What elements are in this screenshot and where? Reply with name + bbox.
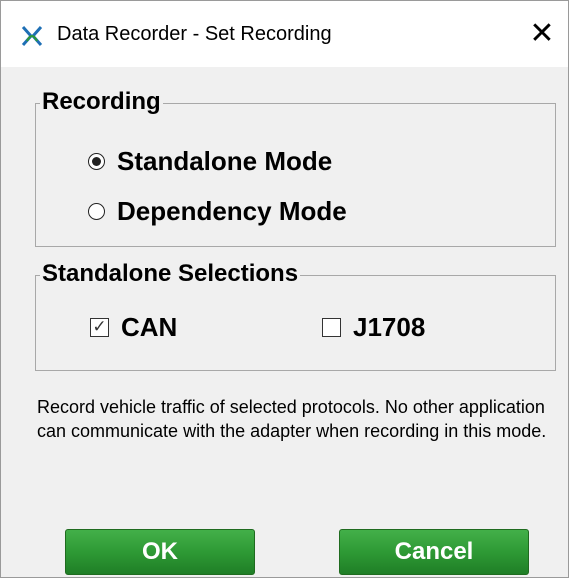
data-recorder-logo-icon: [21, 26, 43, 46]
checkbox-checked-icon: ✓: [90, 318, 109, 337]
recording-description: Record vehicle traffic of selected proto…: [37, 397, 547, 441]
radio-unselected-icon: [88, 203, 105, 220]
j1708-label: J1708: [353, 312, 426, 342]
recording-group: Recording Standalone Mode Dependency Mod…: [35, 88, 556, 247]
standalone-mode-radio[interactable]: Standalone Mode: [88, 146, 332, 177]
standalone-selections-group: Standalone Selections ✓ CAN J1708: [35, 260, 556, 371]
ok-button[interactable]: OK: [65, 529, 255, 575]
cancel-button[interactable]: Cancel: [339, 529, 529, 575]
window-title: Data Recorder - Set Recording: [57, 23, 332, 45]
close-icon: ✕: [529, 15, 555, 51]
can-label: CAN: [121, 312, 178, 342]
recording-group-label: Recording: [40, 88, 163, 116]
can-checkbox[interactable]: ✓ CAN: [90, 312, 177, 343]
close-button[interactable]: ✕: [519, 9, 565, 57]
dependency-mode-label: Dependency Mode: [117, 196, 347, 226]
title-bar: Data Recorder - Set Recording ✕: [1, 1, 568, 67]
standalone-mode-label: Standalone Mode: [117, 146, 333, 176]
radio-selected-icon: [88, 153, 105, 170]
checkbox-unchecked-icon: [322, 318, 341, 337]
set-recording-dialog: Data Recorder - Set Recording ✕ Recordin…: [0, 0, 569, 578]
standalone-selections-label: Standalone Selections: [40, 260, 301, 288]
dependency-mode-radio[interactable]: Dependency Mode: [88, 196, 347, 227]
j1708-checkbox[interactable]: J1708: [322, 312, 425, 343]
